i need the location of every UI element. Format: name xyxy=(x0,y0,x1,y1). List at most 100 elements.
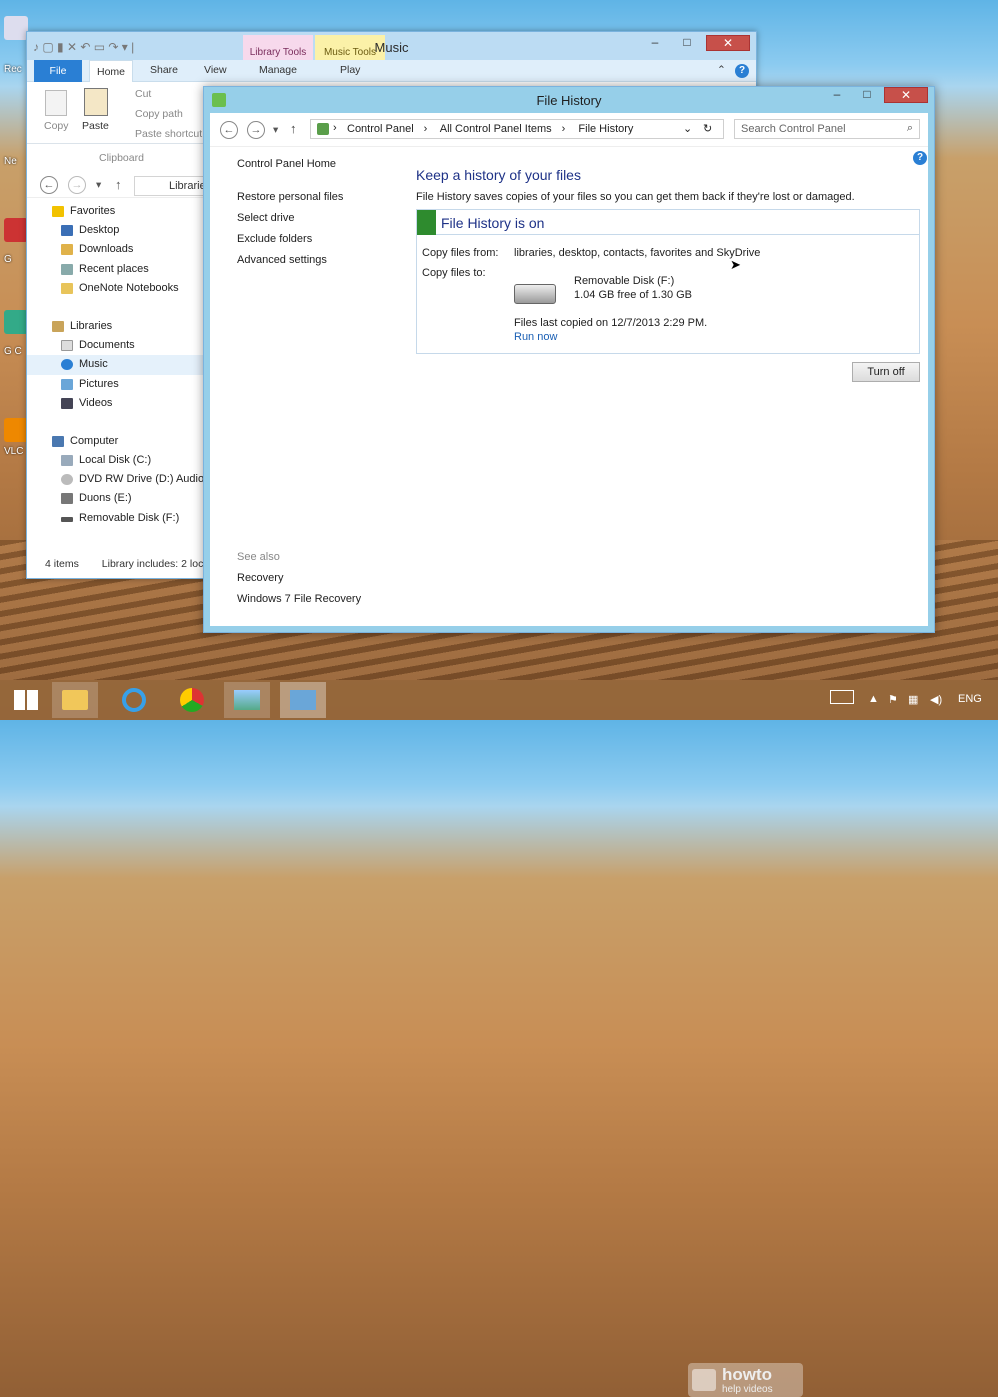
tab-home[interactable]: Home xyxy=(89,60,133,83)
tree-item-documents[interactable]: Documents xyxy=(27,336,205,355)
advanced-settings-link[interactable]: Advanced settings xyxy=(237,254,327,266)
tab-share[interactable]: Share xyxy=(150,64,178,76)
tree-label: Computer xyxy=(70,434,119,447)
minimize-button[interactable]: – xyxy=(824,87,850,103)
forward-button[interactable]: → xyxy=(68,176,86,194)
mouse-cursor-icon: ➤ xyxy=(730,257,741,272)
tab-file[interactable]: File xyxy=(34,60,82,82)
windows7-file-recovery-link[interactable]: Windows 7 File Recovery xyxy=(237,593,361,605)
tree-item-dvd[interactable]: DVD RW Drive (D:) Audio xyxy=(27,470,205,489)
tree-item-removable[interactable]: Removable Disk (F:) xyxy=(27,509,205,528)
paste-shortcut-button[interactable]: Paste shortcut xyxy=(135,128,202,140)
tree-item-duons[interactable]: Duons (E:) xyxy=(27,489,205,508)
maximize-button[interactable]: □ xyxy=(674,35,700,51)
desktop-icon-label: Rec xyxy=(4,64,22,75)
search-icon: ⌕ xyxy=(906,122,913,134)
navigation-pane: Favorites Desktop Downloads Recent place… xyxy=(27,202,205,528)
tree-item-local-disk[interactable]: Local Disk (C:) xyxy=(27,451,205,470)
tree-favorites[interactable]: Favorites xyxy=(27,202,205,221)
search-input[interactable]: Search Control Panel ⌕ xyxy=(734,119,920,139)
up-button[interactable]: ↑ xyxy=(115,177,122,192)
select-drive-link[interactable]: Select drive xyxy=(237,212,294,224)
close-button[interactable]: ✕ xyxy=(884,87,928,103)
drive-space: 1.04 GB free of 1.30 GB xyxy=(574,289,693,301)
downloads-icon xyxy=(61,244,73,256)
tree-item-onenote[interactable]: OneNote Notebooks xyxy=(27,279,205,298)
removable-disk-icon xyxy=(514,284,556,304)
start-button[interactable] xyxy=(4,682,50,718)
tab-play[interactable]: Play xyxy=(340,64,360,76)
see-also-heading: See also xyxy=(237,551,280,563)
refresh-icon[interactable]: ↻ xyxy=(703,122,712,135)
fh-titlebar[interactable]: File History – □ ✕ xyxy=(204,87,934,113)
breadcrumb-sep-icon: › xyxy=(333,122,337,134)
vlc-icon[interactable] xyxy=(4,418,28,442)
help-icon[interactable]: ? xyxy=(913,151,927,165)
back-button[interactable]: ← xyxy=(220,121,238,139)
control-panel-taskbar-button[interactable] xyxy=(280,682,326,718)
recent-locations-icon[interactable]: ▾ xyxy=(96,179,101,191)
photos-taskbar-button[interactable] xyxy=(224,682,270,718)
recycle-bin-icon[interactable] xyxy=(4,16,28,40)
file-explorer-taskbar-button[interactable] xyxy=(52,682,98,718)
tree-item-videos[interactable]: Videos xyxy=(27,394,205,413)
recent-pages-icon[interactable]: ▾ xyxy=(273,124,278,136)
address-bar[interactable]: Librarie xyxy=(134,176,207,196)
tab-manage[interactable]: Manage xyxy=(259,64,297,76)
tree-item-desktop[interactable]: Desktop xyxy=(27,221,205,240)
turn-off-button[interactable]: Turn off xyxy=(852,362,920,382)
tree-item-pictures[interactable]: Pictures xyxy=(27,375,205,394)
cut-button[interactable]: Cut xyxy=(135,88,151,100)
tab-view[interactable]: View xyxy=(204,64,227,76)
tree-libraries[interactable]: Libraries xyxy=(27,317,205,336)
tree-label: Recent places xyxy=(79,262,149,275)
copy-icon[interactable] xyxy=(45,90,67,116)
address-bar[interactable]: › Control Panel › All Control Panel Items… xyxy=(310,119,724,139)
explorer-titlebar[interactable]: ♪ ▢ ▮ ✕ ↶ ▭ ↷ ▾ | Library Tools Music To… xyxy=(27,32,756,63)
watermark-logo-icon xyxy=(692,1369,716,1391)
breadcrumb-sep-icon: › xyxy=(423,123,428,135)
breadcrumb-file-history[interactable]: File History xyxy=(578,123,633,135)
up-button[interactable]: ↑ xyxy=(290,121,297,136)
folder-icon xyxy=(62,690,88,710)
breadcrumb-all-items[interactable]: All Control Panel Items xyxy=(440,123,552,135)
paste-icon[interactable] xyxy=(84,88,108,116)
recovery-link[interactable]: Recovery xyxy=(237,572,283,584)
control-panel-home-link[interactable]: Control Panel Home xyxy=(237,158,336,170)
tree-computer[interactable]: Computer xyxy=(27,432,205,451)
back-button[interactable]: ← xyxy=(40,176,58,194)
breadcrumb-control-panel[interactable]: Control Panel xyxy=(347,123,414,135)
help-icon[interactable]: ? xyxy=(735,64,749,78)
chrome-icon[interactable] xyxy=(4,310,28,334)
watermark: howto help videos xyxy=(688,1363,803,1397)
language-indicator[interactable]: ENG xyxy=(958,693,982,705)
tree-item-recent[interactable]: Recent places xyxy=(27,260,205,279)
chevron-down-icon[interactable]: ⌄ xyxy=(683,122,692,135)
restore-personal-files-link[interactable]: Restore personal files xyxy=(237,191,343,203)
forward-button[interactable]: → xyxy=(247,121,265,139)
network-icon[interactable]: ▦ xyxy=(908,693,918,706)
show-hidden-icons[interactable]: ▲ xyxy=(868,693,879,705)
paste-button[interactable]: Paste xyxy=(82,120,109,132)
chrome-taskbar-button[interactable] xyxy=(168,682,214,718)
ribbon-collapse-icon[interactable]: ⌃ xyxy=(717,64,726,76)
tree-item-downloads[interactable]: Downloads xyxy=(27,240,205,259)
keyboard-icon[interactable] xyxy=(830,690,854,704)
tree-label: Pictures xyxy=(79,377,119,390)
app-icon[interactable] xyxy=(4,218,28,242)
internet-explorer-taskbar-button[interactable] xyxy=(110,682,156,718)
copy-path-button[interactable]: Copy path xyxy=(135,108,183,120)
copy-from-label: Copy files from: xyxy=(422,247,499,259)
action-center-icon[interactable]: ⚑ xyxy=(888,693,898,706)
maximize-button[interactable]: □ xyxy=(854,87,880,103)
minimize-button[interactable]: – xyxy=(642,35,668,51)
copy-button[interactable]: Copy xyxy=(44,120,69,132)
volume-icon[interactable]: ◀) xyxy=(930,693,942,706)
run-now-link[interactable]: Run now xyxy=(514,331,557,343)
close-button[interactable]: ✕ xyxy=(706,35,750,51)
desktop-icon-label: G xyxy=(4,254,12,265)
tree-item-music[interactable]: Music xyxy=(27,355,205,375)
exclude-folders-link[interactable]: Exclude folders xyxy=(237,233,312,245)
